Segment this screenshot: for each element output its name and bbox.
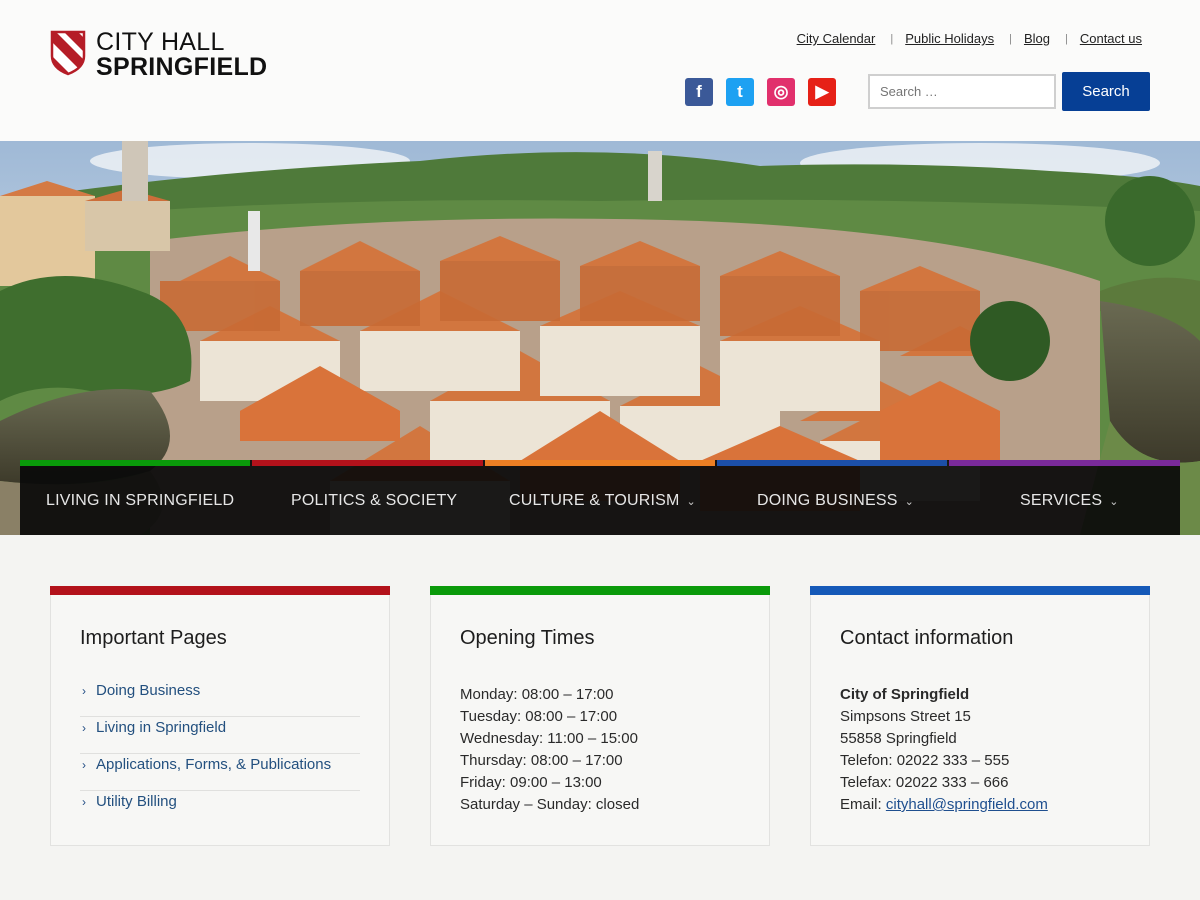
list-item[interactable]: › Applications, Forms, & Publications: [80, 755, 360, 791]
list-item[interactable]: › Utility Billing: [80, 792, 360, 828]
hours-thursday: Thursday: 08:00 – 17:00: [460, 752, 623, 769]
toplink-public-holidays[interactable]: Public Holidays: [905, 31, 994, 48]
chevron-right-icon: ›: [82, 721, 86, 735]
nav-color-bar: [252, 460, 483, 466]
link-doing-business[interactable]: Doing Business: [96, 681, 200, 701]
contact-phone: Telefon: 02022 333 – 555: [840, 752, 1010, 769]
email-label: Email:: [840, 796, 882, 813]
separator: |: [1064, 33, 1068, 45]
search-button[interactable]: Search: [1062, 72, 1150, 111]
card-color-bar: [430, 586, 770, 595]
site-logo[interactable]: CITY HALL SPRINGFIELD: [50, 30, 267, 80]
card-color-bar: [50, 586, 390, 595]
separator: |: [1009, 33, 1012, 45]
nav-color-bar: [949, 460, 1180, 466]
contact-fax: Telefax: 02022 333 – 666: [840, 774, 1009, 791]
toplink-contact-us[interactable]: Contact us: [1080, 31, 1142, 48]
opening-hours-list: Monday: 08:00 – 17:00 Tuesday: 08:00 – 1…: [460, 684, 639, 816]
contact-street: Simpsons Street 15: [840, 708, 971, 725]
nav-color-bar: [485, 460, 715, 466]
nav-color-bar: [20, 460, 250, 466]
hours-wednesday: Wednesday: 11:00 – 15:00: [460, 730, 638, 747]
nav-politics-society[interactable]: POLITICS & SOCIETY: [252, 460, 483, 535]
logo-line2: SPRINGFIELD: [96, 53, 268, 81]
link-utility-billing[interactable]: Utility Billing: [96, 792, 177, 812]
nav-living-in-springfield[interactable]: LIVING IN SPRINGFIELD: [20, 460, 250, 535]
important-links-list: › Doing Business › Living in Springfield ›…: [80, 681, 360, 829]
main-navigation: LIVING IN SPRINGFIELD POLITICS & SOCIETY…: [20, 460, 1180, 535]
card-title: Contact information: [840, 627, 1014, 649]
nav-label: CULTURE & TOURISM: [509, 492, 680, 509]
site-header: CITY HALL SPRINGFIELD City Calendar | Pu…: [0, 0, 1200, 141]
chevron-down-icon: ⌄: [904, 496, 915, 508]
hours-friday: Friday: 09:00 – 13:00: [460, 774, 602, 791]
chevron-right-icon: ›: [82, 795, 86, 809]
list-item[interactable]: › Living in Springfield: [80, 718, 360, 754]
nav-services[interactable]: SERVICES ⌄: [949, 460, 1180, 535]
contact-information-card: Contact information City of Springfield …: [810, 586, 1150, 846]
social-links: f t ◎ ▶: [685, 78, 836, 106]
chevron-down-icon: ⌄: [1109, 496, 1119, 508]
search-input[interactable]: [868, 74, 1056, 109]
chevron-right-icon: ›: [82, 684, 86, 698]
contact-city: 55858 Springfield: [840, 730, 957, 747]
twitter-icon[interactable]: t: [726, 78, 754, 106]
nav-doing-business[interactable]: DOING BUSINESS ⌄: [717, 460, 947, 535]
nav-label: DOING BUSINESS: [757, 492, 898, 509]
important-pages-card: Important Pages › Doing Business › Living …: [50, 586, 390, 846]
card-title: Important Pages: [80, 627, 227, 649]
link-living-in-springfield[interactable]: Living in Springfield: [96, 718, 226, 738]
hours-weekend: Saturday – Sunday: closed: [460, 796, 640, 813]
top-links: City Calendar | Public Holidays | Blog |…: [797, 31, 1142, 48]
toplink-city-calendar[interactable]: City Calendar: [797, 31, 876, 48]
contact-email-row: Email: cityhall@springfield.com: [840, 794, 1048, 816]
logo-line1: CITY HALL: [96, 28, 225, 56]
list-item[interactable]: › Doing Business: [80, 681, 360, 717]
hours-tuesday: Tuesday: 08:00 – 17:00: [460, 708, 618, 725]
separator: |: [890, 33, 894, 45]
chevron-right-icon: ›: [82, 758, 86, 772]
card-title: Opening Times: [460, 627, 595, 649]
contact-name: City of Springfield: [840, 686, 970, 703]
nav-label: LIVING IN SPRINGFIELD: [46, 492, 235, 509]
toplink-blog[interactable]: Blog: [1024, 31, 1050, 48]
youtube-icon[interactable]: ▶: [808, 78, 836, 106]
nav-culture-tourism[interactable]: CULTURE & TOURISM ⌄: [485, 460, 715, 535]
card-color-bar: [810, 586, 1150, 595]
instagram-icon[interactable]: ◎: [767, 78, 795, 106]
facebook-icon[interactable]: f: [685, 78, 713, 106]
contact-details: City of Springfield Simpsons Street 15 5…: [840, 684, 1048, 816]
shield-logo-icon: [50, 30, 86, 76]
nav-color-bar: [717, 460, 947, 466]
nav-label: POLITICS & SOCIETY: [291, 492, 458, 509]
nav-label: SERVICES: [1020, 492, 1103, 509]
chevron-down-icon: ⌄: [686, 496, 696, 508]
hours-monday: Monday: 08:00 – 17:00: [460, 686, 614, 703]
opening-times-card: Opening Times Monday: 08:00 – 17:00 Tues…: [430, 586, 770, 846]
email-link[interactable]: cityhall@springfield.com: [886, 796, 1048, 813]
link-applications-forms[interactable]: Applications, Forms, & Publications: [96, 755, 331, 775]
